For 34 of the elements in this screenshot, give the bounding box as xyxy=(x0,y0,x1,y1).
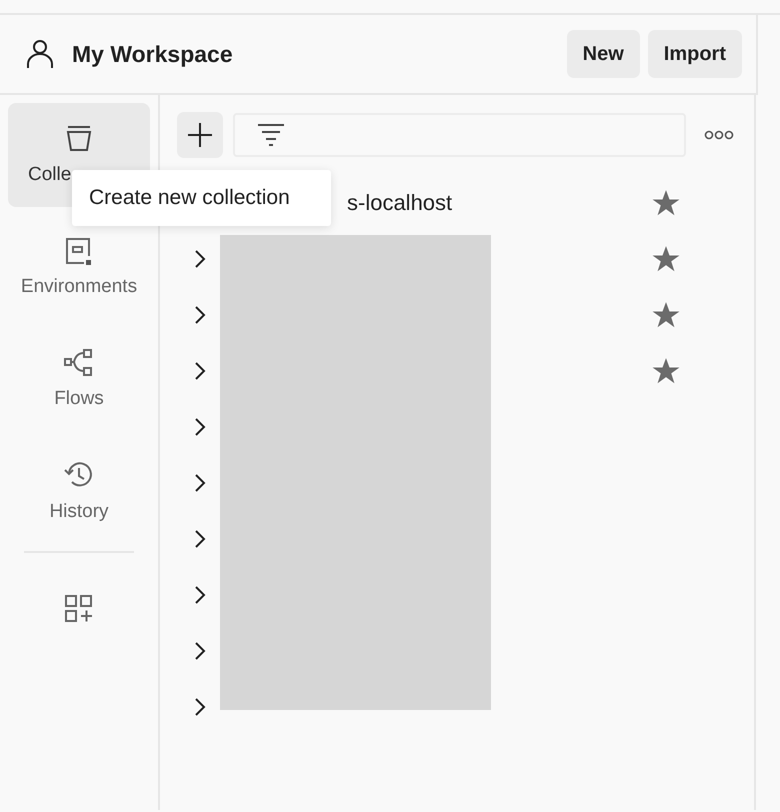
sidebar-label: Colle xyxy=(27,164,72,186)
environment-icon xyxy=(64,236,94,266)
star-icon[interactable] xyxy=(652,189,680,217)
sidebar-label: Flows xyxy=(54,388,104,410)
chevron-icon[interactable] xyxy=(194,473,206,493)
apps-icon xyxy=(64,594,94,624)
star-icon[interactable] xyxy=(652,301,680,329)
add-button[interactable] xyxy=(177,112,223,158)
star-icon[interactable] xyxy=(652,245,680,273)
collection-name[interactable]: s-localhost xyxy=(347,190,452,216)
chevron-icon[interactable] xyxy=(194,249,206,269)
filter-icon xyxy=(257,123,285,147)
user-icon xyxy=(26,38,54,70)
chevron-icon[interactable] xyxy=(194,529,206,549)
sidebar-label: Environments xyxy=(20,276,138,298)
plus-icon xyxy=(187,122,213,148)
chevron-icon[interactable] xyxy=(194,417,206,437)
new-button[interactable]: New xyxy=(566,30,640,78)
more-icon[interactable] xyxy=(704,130,734,140)
chevron-icon[interactable] xyxy=(194,361,206,381)
chevron-icon[interactable] xyxy=(194,697,206,717)
workspace-title: My Workspace xyxy=(72,40,233,68)
sidebar-item[interactable]: Flows xyxy=(8,327,150,431)
sidebar-label: History xyxy=(49,501,109,523)
import-button[interactable]: Import xyxy=(648,30,742,78)
star-icon[interactable] xyxy=(652,357,680,385)
chevron-icon[interactable] xyxy=(194,641,206,661)
flow-icon xyxy=(63,348,95,378)
trash-can-icon xyxy=(64,124,94,154)
filter-field[interactable] xyxy=(233,113,686,157)
tooltip: Create new collection xyxy=(72,170,331,226)
chevron-icon[interactable] xyxy=(194,585,206,605)
chevron-icon[interactable] xyxy=(194,305,206,325)
sidebar-item[interactable]: History xyxy=(8,439,150,543)
